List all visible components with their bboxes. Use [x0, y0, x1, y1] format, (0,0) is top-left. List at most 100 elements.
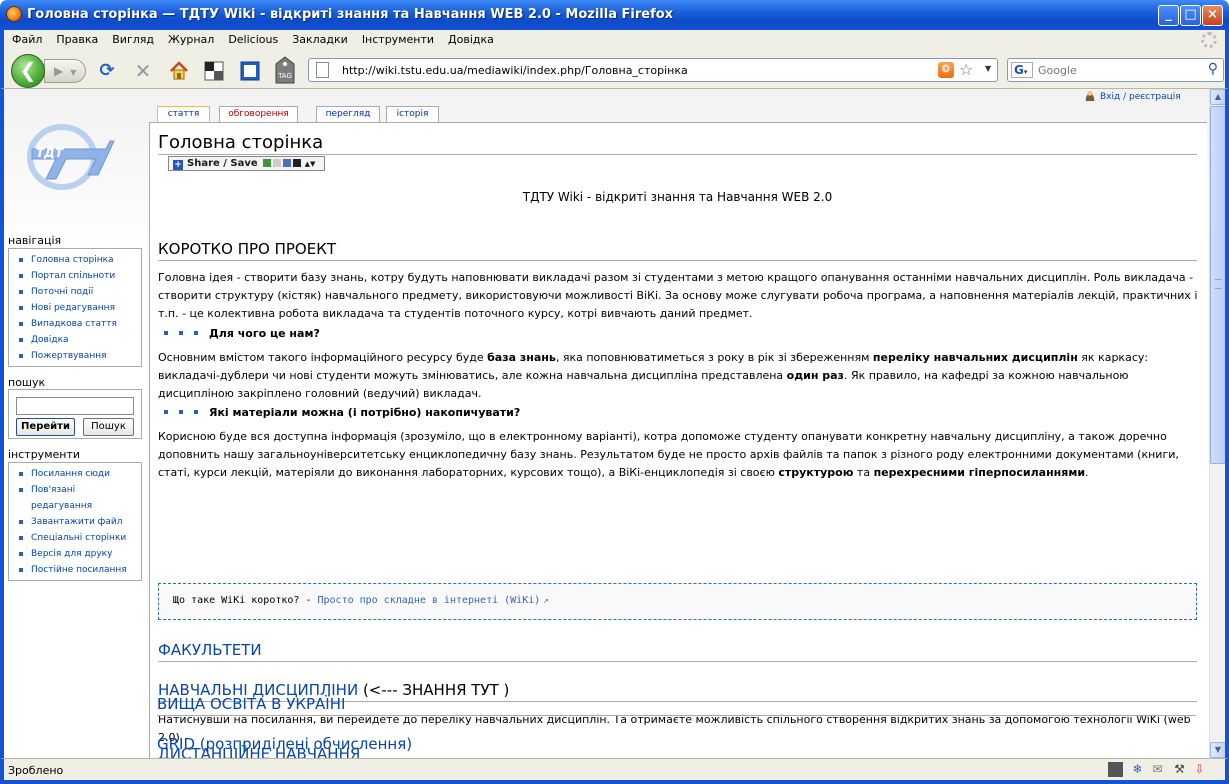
firefox-icon [6, 6, 22, 22]
status-bar: Зроблено ❄ ✉ ⚒ ⇩ [0, 758, 1229, 784]
vertical-scrollbar[interactable]: ▲ ▼ [1209, 89, 1226, 758]
window-title: Головна сторінка — ТДТУ Wiki - відкриті … [27, 7, 674, 22]
status-addon-icon[interactable] [1108, 762, 1123, 777]
sidebar-item-upload[interactable]: Завантажити файл [17, 514, 141, 530]
bookmark-tool-icon[interactable] [203, 60, 225, 82]
heading-project: КОРОТКО ПРО ПРОЕКТ [158, 240, 337, 258]
sidebar-item-donate[interactable]: Пожертвування [17, 348, 141, 364]
menu-history[interactable]: Журнал [161, 30, 221, 50]
sidebar-item-current-events[interactable]: Поточні події [17, 284, 141, 300]
question-why: Для чого це нам? [158, 327, 320, 340]
status-download-icon[interactable]: ⇩ [1192, 762, 1207, 777]
courses-suffix: (<--- ЗНАННЯ ТУТ ) [358, 681, 510, 699]
history-dropdown-icon[interactable]: ▼ [70, 68, 76, 77]
section-divider [157, 715, 1196, 716]
close-button[interactable]: × [1202, 5, 1223, 26]
menu-help[interactable]: Довідка [441, 30, 501, 50]
menu-tools[interactable]: Інструменти [355, 30, 441, 50]
tools-heading: інструменти [8, 448, 81, 461]
grid-suffix[interactable]: (розприділені обчислення) [195, 735, 412, 753]
content-area: Головна сторінка + Share / Save ▲▼ ТДТУ Wi… [149, 122, 1207, 758]
search-bar[interactable]: G▾ ⚲ [1007, 58, 1224, 82]
user-login-link[interactable]: Вхід / реєстрація [1084, 90, 1181, 102]
status-snowflake-icon[interactable]: ❄ [1130, 762, 1145, 777]
sidebar-item-printable[interactable]: Версія для друку [17, 546, 141, 562]
sidebar-item-special-pages[interactable]: Спеціальні сторінки [17, 530, 141, 546]
tag-icon[interactable]: TAG [274, 56, 296, 84]
scroll-thumb[interactable] [1210, 106, 1226, 464]
paragraph-materials: Корисною буде вся доступна інформація (з… [158, 430, 1179, 479]
sidebar-item-main-page[interactable]: Головна сторінка [17, 252, 141, 268]
forward-button[interactable]: ▶ ▼ [44, 59, 86, 83]
menu-edit[interactable]: Правка [49, 30, 105, 50]
minimize-button[interactable]: _ [1158, 5, 1179, 26]
window-frame-right [1225, 89, 1229, 758]
sidebar-item-related-changes-cont[interactable]: редагування [17, 498, 141, 514]
menu-bookmarks[interactable]: Закладки [285, 30, 355, 50]
sidebar-item-related-changes[interactable]: Пов'язані [17, 482, 141, 498]
wiki-intro-link[interactable]: Просто про складне в інтернеті (WiKi) [318, 595, 541, 606]
heading-higher-ed[interactable]: ВИЩА ОСВІТА В УКРАЇНІ [157, 695, 345, 713]
url-dropdown-icon[interactable]: ▼ [985, 64, 991, 73]
grid-link[interactable]: GRID [157, 735, 195, 753]
sidebar-item-recent-changes[interactable]: Нові редагування [17, 300, 141, 316]
stop-icon[interactable]: ✕ [132, 60, 154, 82]
title-divider [158, 154, 1197, 155]
wiki-search-input[interactable] [16, 397, 134, 415]
sidebar-item-community[interactable]: Портал спільноти [17, 268, 141, 284]
rss-icon[interactable]: ❂ [938, 62, 954, 78]
tab-history[interactable]: історія [386, 106, 439, 122]
url-text[interactable]: http://wiki.tstu.edu.ua/mediawiki/index.… [342, 64, 688, 77]
tab-discussion[interactable]: обговорення [219, 106, 298, 122]
share-label: Share / Save [187, 158, 258, 169]
site-logo[interactable]: ТДТ [26, 119, 116, 191]
share-service-icon [282, 159, 291, 167]
back-arrow-icon: ❮ [19, 58, 37, 82]
search-engine-icon[interactable]: G▾ [1011, 62, 1033, 78]
menu-view[interactable]: Вигляд [105, 30, 161, 50]
address-bar[interactable]: http://wiki.tstu.edu.ua/mediawiki/index.… [308, 58, 998, 82]
question-materials-text: Які матеріали можна (і потрібно) накопич… [209, 406, 521, 419]
nav-heading: навігація [8, 234, 62, 247]
back-button[interactable]: ❮ [11, 54, 45, 88]
home-icon[interactable] [168, 60, 190, 82]
page-viewport: ТДТ навігація Головна сторінка Портал сп… [4, 89, 1209, 758]
page-title: Головна сторінка [158, 132, 324, 153]
plus-icon: + [173, 160, 183, 170]
user-icon [1084, 90, 1096, 101]
search-input[interactable] [1038, 62, 1198, 79]
wiki-intro-box: Що таке WiKi коротко? - Просто про склад… [158, 583, 1197, 620]
sidebar-item-help[interactable]: Довідка [17, 332, 141, 348]
page-icon [316, 62, 329, 78]
star-icon[interactable]: ☆ [959, 60, 973, 79]
share-save-button[interactable]: + Share / Save ▲▼ [168, 156, 325, 171]
paragraph-idea: Головна ідея - створити базу знань, котр… [158, 271, 1198, 320]
wiki-intro-text: Що таке WiKi коротко? - [173, 595, 318, 606]
sidebar-item-permalink[interactable]: Постійне посилання [17, 562, 141, 578]
svg-text:ТДТ: ТДТ [36, 146, 64, 160]
maximize-button[interactable]: □ [1180, 5, 1201, 26]
menu-file[interactable]: Файл [4, 30, 49, 50]
heading-faculties[interactable]: ФАКУЛЬТЕТИ [158, 641, 262, 659]
tab-article[interactable]: стаття [157, 106, 210, 123]
reload-icon[interactable]: ⟳ [96, 60, 118, 82]
section-divider [158, 661, 1197, 662]
paragraph-content: Основним вмістом такого інформаційного р… [158, 351, 1149, 400]
menu-delicious[interactable]: Delicious [221, 30, 285, 50]
sidebar-item-random[interactable]: Випадкова стаття [17, 316, 141, 332]
external-link-icon: ↗ [543, 596, 549, 606]
tab-view[interactable]: перегляд [316, 106, 380, 122]
status-tool-icon[interactable]: ⚒ [1172, 762, 1187, 777]
share-service-icon [262, 159, 271, 167]
go-button[interactable]: Перейти [16, 418, 75, 436]
scroll-up-button[interactable]: ▲ [1210, 89, 1226, 105]
sidebar-item-whatlinkshere[interactable]: Посилання сюди [17, 466, 141, 482]
search-button[interactable]: Пошук [83, 418, 134, 436]
magnifier-icon[interactable]: ⚲ [1208, 61, 1218, 77]
sidebar-tool-icon[interactable] [239, 60, 261, 82]
search-portlet: Перейти Пошук [8, 389, 142, 439]
window-titlebar: Головна сторінка — ТДТУ Wiki - відкриті … [0, 0, 1229, 30]
status-mail-icon[interactable]: ✉ [1150, 762, 1165, 777]
heading-grid: GRID (розприділені обчислення) [157, 735, 412, 753]
scroll-down-button[interactable]: ▼ [1210, 742, 1226, 758]
